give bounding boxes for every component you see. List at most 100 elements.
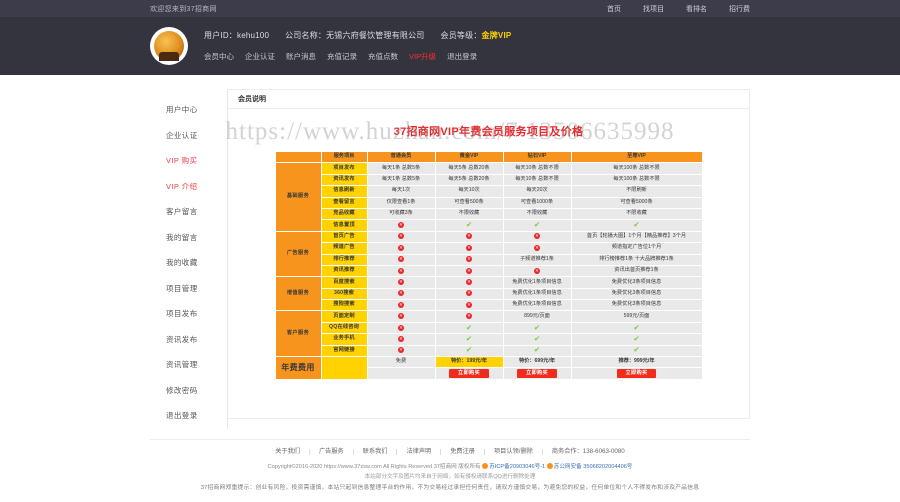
- table-cell: ✕: [366, 287, 436, 301]
- table-cell: 免费优化3条项目信息: [570, 276, 703, 289]
- footer-nav[interactable]: 关于我们 广告服务 联系我们 法律声明 免费注册 项目认领/删除 商务合作：13…: [150, 440, 750, 462]
- row-item-label: 竞品收藏: [320, 207, 368, 221]
- user-link-recharge-record[interactable]: 充值记录: [327, 51, 357, 62]
- footer-icp[interactable]: 苏ICP备20903046号-1: [489, 464, 545, 470]
- table-cell: ✔: [434, 219, 504, 232]
- tab-member-description[interactable]: 会员说明: [238, 94, 266, 104]
- footer-police-record[interactable]: 苏公网安备 35068202004406号: [554, 464, 633, 470]
- table-row: 查看留言 仅限查看1条 可查看500条 可查看1000条 可查看5000条: [275, 196, 703, 209]
- table-cell: ✔: [502, 333, 572, 346]
- top-nav[interactable]: 首页 找项目 看排名 招行费: [607, 4, 750, 14]
- cross-icon: ✕: [466, 244, 472, 251]
- user-quick-links[interactable]: 会员中心 企业认证 账户消息 充值记录 充值点数 VIP升级 退出登录: [204, 51, 511, 62]
- buy-now-button[interactable]: 立即购买: [616, 369, 657, 379]
- table-cell: 可查看5000条: [570, 196, 703, 209]
- sidebar-item-news-manage[interactable]: 资讯管理: [150, 352, 227, 378]
- vip-price-table: 服务项目 普通会员 黄金VIP 钻石VIP 至尊VIP 基础服务 项目发布 每天1条…: [274, 150, 703, 380]
- top-nav-item-3[interactable]: 招行费: [729, 4, 750, 14]
- header-service-item: 服务项目: [320, 150, 368, 164]
- group-label-fee: 年费费用: [274, 356, 322, 380]
- page-footer: 关于我们 广告服务 联系我们 法律声明 免费注册 项目认领/删除 商务合作：13…: [0, 438, 900, 495]
- table-row: 官网链接 ✕ ✔ ✔ ✔: [275, 344, 703, 358]
- row-item-label: 页面定制: [320, 310, 368, 323]
- member-level-label: 会员等级：: [440, 31, 482, 40]
- table-cell: ✕: [366, 242, 436, 255]
- table-cell: 免费优化3条项目信息: [570, 287, 703, 301]
- table-row: 信息刷新 每天1次 每天10次 每天20次 不限刷新: [275, 185, 703, 198]
- table-cell: ✕: [502, 230, 572, 244]
- sidebar-item-user-center[interactable]: 用户中心: [150, 97, 227, 123]
- user-link-account-message[interactable]: 账户消息: [286, 51, 316, 62]
- table-cell: ✕: [434, 242, 504, 255]
- cross-icon: ✕: [398, 347, 404, 354]
- top-nav-item-1[interactable]: 找项目: [643, 4, 664, 14]
- table-body: 基础服务 项目发布 每天1条 总数5条 每天5条 总数20条 每天10条 总数不限 每天1…: [274, 162, 703, 380]
- check-icon: ✔: [533, 322, 541, 332]
- sidebar-item-customer-messages[interactable]: 客户留言: [150, 199, 227, 225]
- user-link-logout[interactable]: 退出登录: [447, 51, 477, 62]
- user-info-block: 用户ID：kehu100 公司名称：无锡六府餐饮管理有限公司 会员等级：金牌VI…: [204, 30, 511, 62]
- sidebar-item-change-password[interactable]: 修改密码: [150, 378, 227, 404]
- table-cell: 899元/页面: [502, 310, 572, 323]
- table-cell: ✔: [502, 321, 572, 335]
- cross-icon: ✕: [534, 267, 540, 274]
- sidebar-item-project-manage[interactable]: 项目管理: [150, 276, 227, 302]
- footer-link-advertising[interactable]: 广告服务: [310, 448, 354, 455]
- top-announcement-bar: 欢迎您来到37招商网 首页 找项目 看排名 招行费: [0, 0, 900, 17]
- row-item-label: 百度搜索: [320, 276, 368, 289]
- buy-button-cell: 立即购买: [570, 367, 703, 380]
- table-row: 360搜索 ✕ ✕ 免费优化1条项目信息 免费优化3条项目信息: [275, 287, 703, 301]
- table-cell: 599元/页面: [570, 310, 703, 323]
- check-icon: ✔: [633, 345, 640, 355]
- member-level-wrap: 会员等级：金牌VIP: [441, 30, 512, 41]
- footer-link-legal[interactable]: 法律声明: [397, 448, 442, 455]
- user-link-member-center[interactable]: 会员中心: [204, 51, 234, 62]
- main-content: 会员说明 37招商网VIP年费会员服务项目及价格 服务项目 普通会员 黄金VIP…: [228, 89, 750, 429]
- row-item-label: 排行推荐: [320, 253, 368, 266]
- table-header: 服务项目 普通会员 黄金VIP 钻石VIP 至尊VIP: [274, 150, 703, 164]
- user-link-vip-upgrade[interactable]: VIP升级: [409, 51, 436, 62]
- table-cell: ✕: [502, 242, 572, 255]
- sidebar-item-my-favorites[interactable]: 我的收藏: [150, 250, 227, 276]
- user-avatar-icon[interactable]: [150, 27, 188, 65]
- row-item-label: 首页广告: [320, 230, 368, 244]
- user-link-enterprise-auth[interactable]: 企业认证: [245, 51, 275, 62]
- buy-button-cell: 立即购买: [502, 367, 572, 380]
- table-row: 频道广告 ✕ ✕ ✕ 频道指定广告位1个月: [275, 242, 703, 255]
- table-cell: ✔: [570, 333, 703, 346]
- top-nav-item-2[interactable]: 看排名: [686, 4, 707, 14]
- table-cell: ✕: [366, 299, 436, 312]
- table-row: 增值服务 百度搜索 ✕ ✕ 免费优化1条项目信息 免费优化3条项目信息: [274, 276, 703, 312]
- footer-copyright: Copyright©2016-2020 https://www.37zsw.co…: [267, 463, 481, 470]
- header-normal-member: 普通会员: [366, 150, 436, 164]
- sidebar-item-news-publish[interactable]: 资讯发布: [150, 327, 227, 353]
- footer-link-about[interactable]: 关于我们: [266, 448, 310, 455]
- sidebar-item-vip-intro[interactable]: VIP 介绍: [150, 174, 227, 200]
- row-item-label: 业务手机: [320, 333, 368, 346]
- sidebar-item-project-publish[interactable]: 项目发布: [150, 301, 227, 327]
- table-cell: ✕: [434, 264, 504, 278]
- check-icon: ✔: [633, 322, 640, 332]
- table-cell: 每天1次: [366, 185, 436, 198]
- sidebar-item-my-messages[interactable]: 我的留言: [150, 225, 227, 251]
- footer-link-claim-delete[interactable]: 项目认领/删除: [485, 448, 543, 455]
- sidebar-item-enterprise-auth[interactable]: 企业认证: [150, 123, 227, 149]
- footer-link-contact[interactable]: 联系我们: [354, 448, 398, 455]
- table-row: 广告服务 首页广告 ✕ ✕ ✕ 首页【轮播大图】1个月【精品推荐】3个月: [274, 230, 703, 278]
- check-icon: ✔: [633, 220, 640, 230]
- cross-icon: ✕: [466, 256, 472, 263]
- user-link-recharge-points[interactable]: 充值点数: [368, 51, 398, 62]
- sidebar-item-vip-purchase[interactable]: VIP 购买: [150, 148, 227, 174]
- sidebar-item-logout[interactable]: 退出登录: [150, 403, 227, 429]
- check-icon: ✔: [465, 345, 473, 355]
- table-cell: ✕: [366, 219, 436, 232]
- table-cell: 每天1条 总数5条: [366, 173, 436, 187]
- fee-price-row: 年费费用 免费 特价：199元/年 特价：699元/年 推荐：999元/年: [274, 356, 703, 380]
- buy-now-button[interactable]: 立即购买: [449, 369, 489, 379]
- buy-now-button[interactable]: 立即购买: [517, 369, 557, 379]
- footer-link-register[interactable]: 免费注册: [441, 448, 485, 455]
- top-nav-item-0[interactable]: 首页: [607, 4, 621, 14]
- table-cell: ✕: [366, 333, 436, 346]
- cross-icon: ✕: [534, 244, 540, 251]
- table-row: 资讯推荐 ✕ ✕ ✕ 资讯出首页推荐1条: [275, 264, 703, 278]
